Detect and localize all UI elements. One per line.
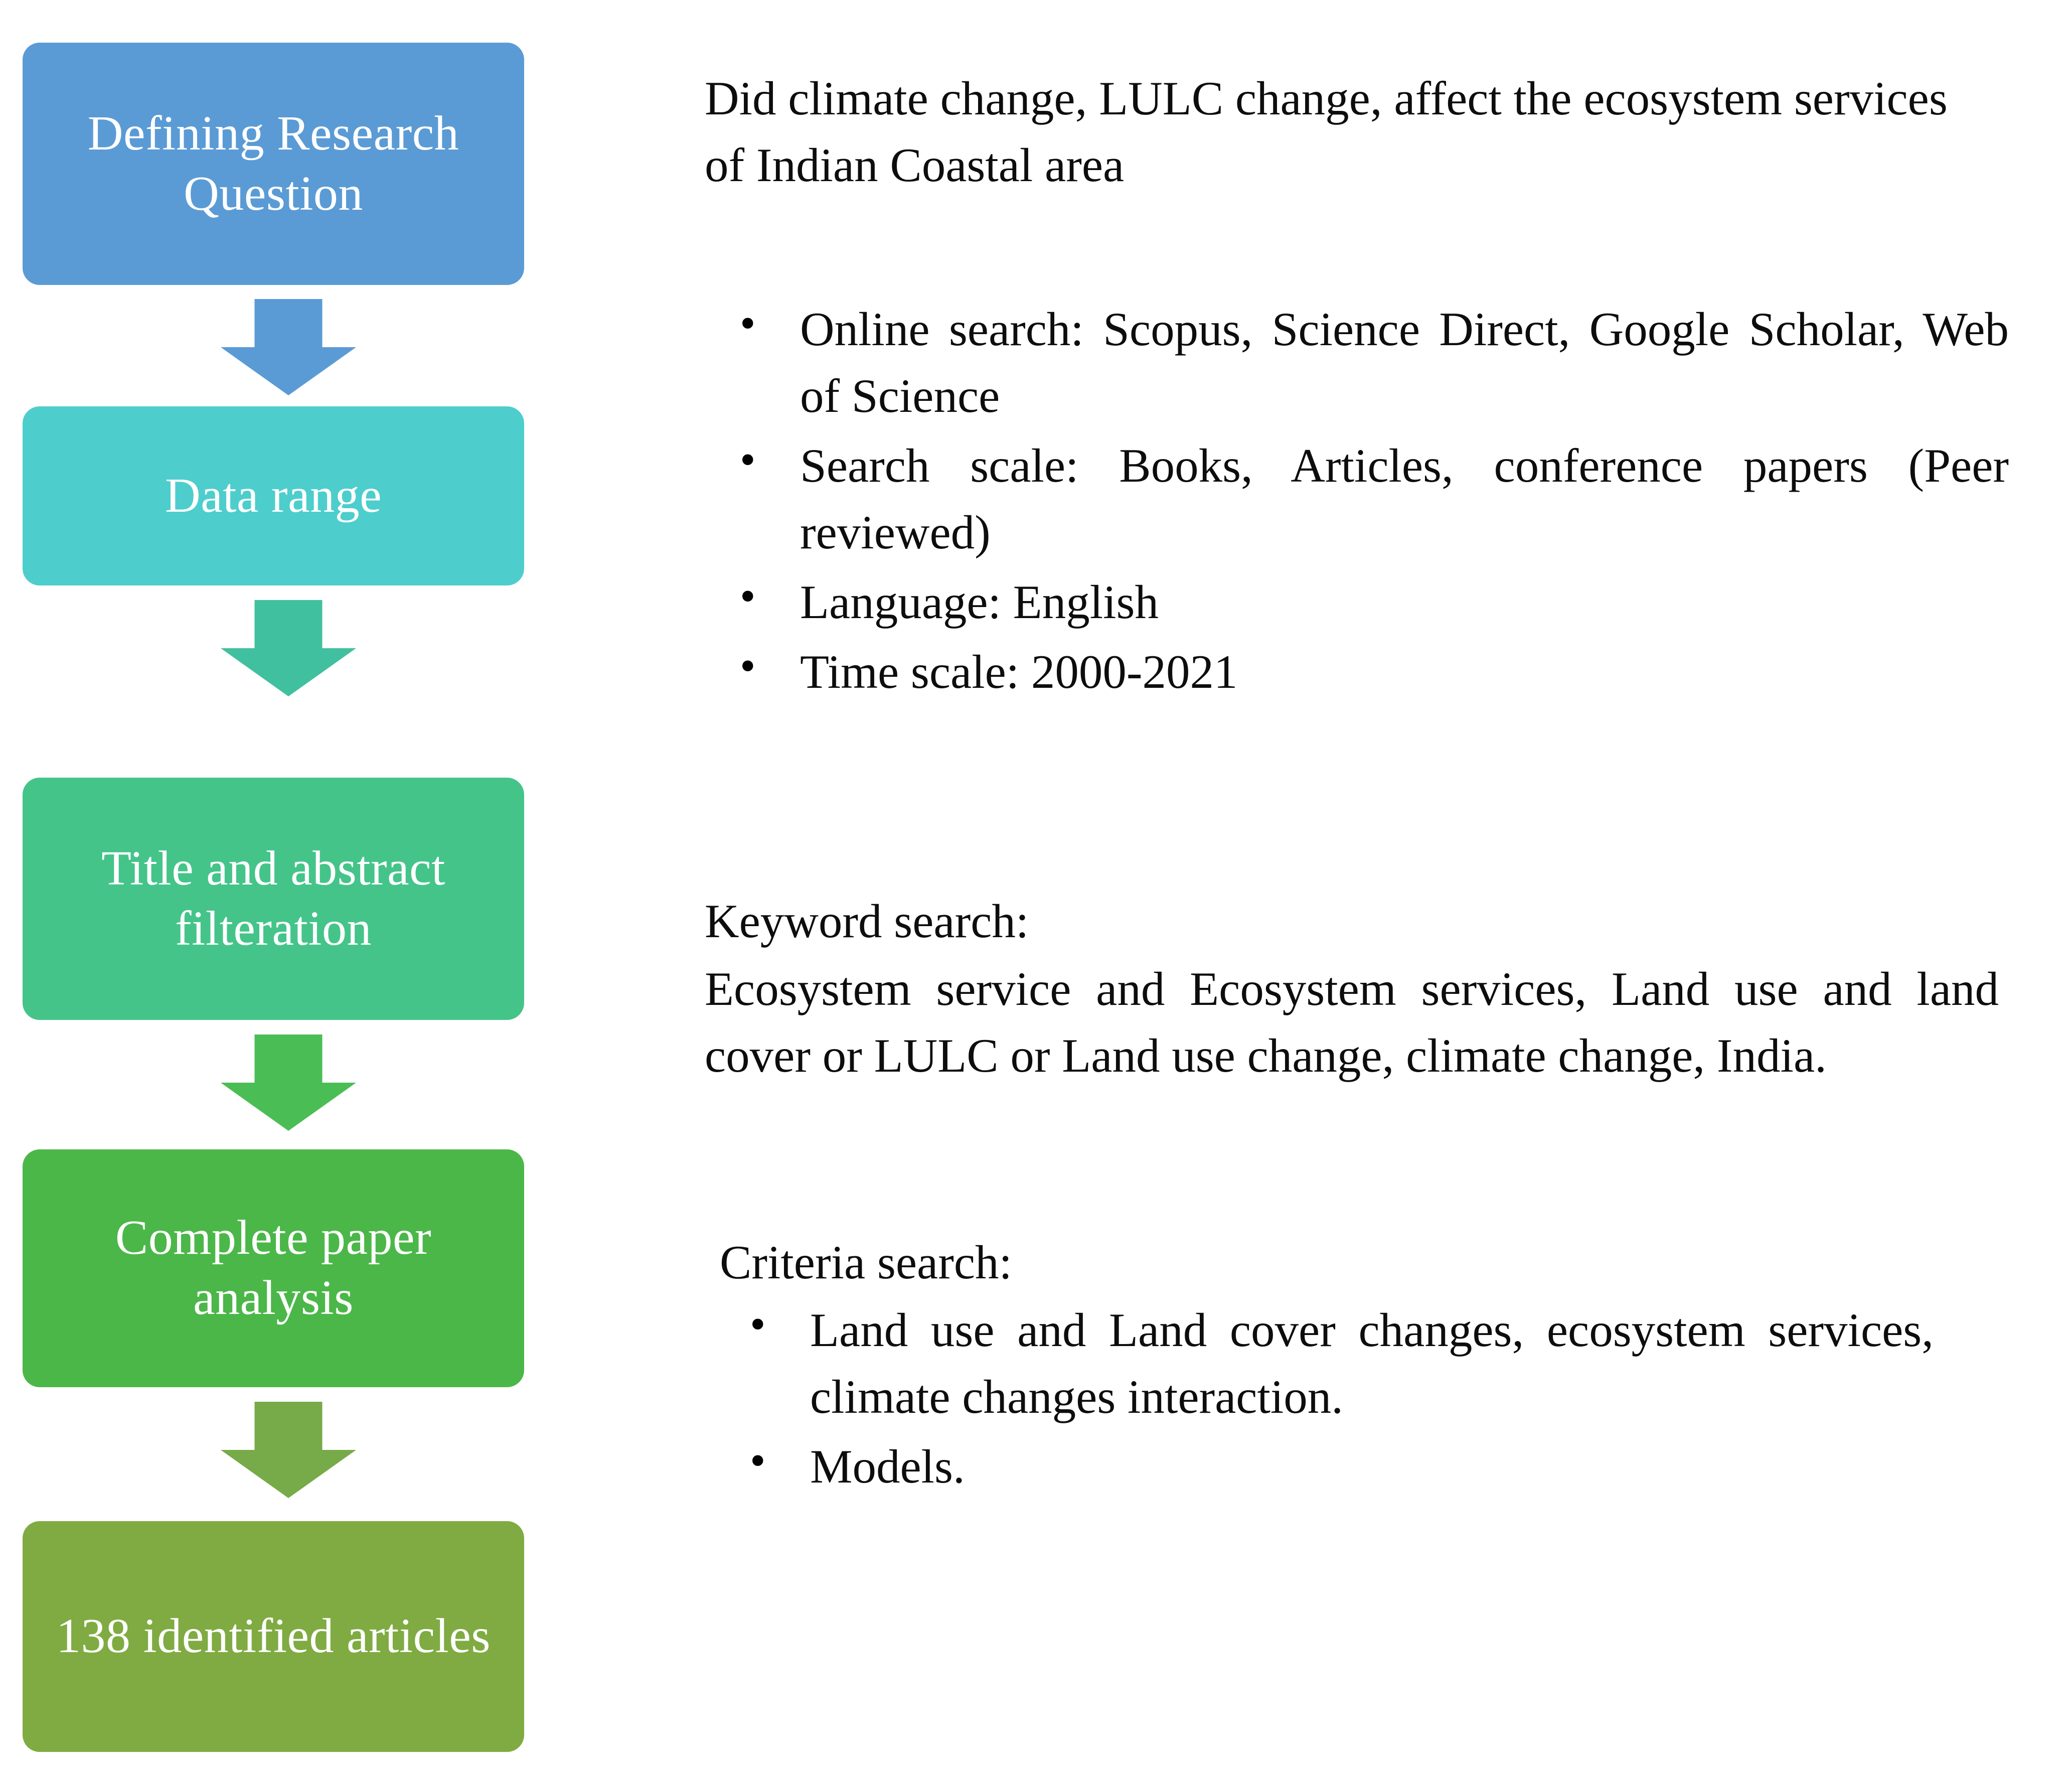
arrow-shaft — [254, 1402, 323, 1450]
arrow-shaft — [254, 1035, 323, 1083]
list-item: Land use and Land cover changes, ecosyst… — [720, 1293, 1934, 1430]
arrow-shaft — [254, 299, 323, 347]
keyword-search-heading: Keyword search: — [705, 895, 1029, 948]
keyword-search-body: Ecosystem service and Ecosystem services… — [705, 962, 1999, 1082]
research-question-text: Did climate change, LULC change, affect … — [705, 72, 1948, 192]
flow-box-label: Title and abstract filteration — [101, 841, 445, 956]
criteria-search-heading: Criteria search: — [720, 1236, 1012, 1289]
list-item: Language: English — [705, 565, 2009, 636]
arrow-head — [221, 1083, 356, 1131]
criteria-search-list: Land use and Land cover changes, ecosyst… — [720, 1293, 1934, 1503]
flow-box-label: 138 identified articles — [56, 1609, 491, 1664]
flow-arrow-down-3 — [221, 1035, 356, 1131]
flow-arrow-down-2 — [221, 600, 356, 696]
arrow-head — [221, 648, 356, 696]
arrow-head — [221, 1450, 356, 1498]
flow-box-label: Complete paper analysis — [115, 1211, 432, 1325]
flow-box-complete-paper-analysis[interactable]: Complete paper analysis — [23, 1149, 524, 1387]
search-criteria-list: Online search: Scopus, Science Direct, G… — [705, 292, 2009, 708]
flow-box-title-and-abstract-filteration[interactable]: Title and abstract filteration — [23, 778, 524, 1020]
list-item: Models. — [720, 1429, 1934, 1500]
list-item: Online search: Scopus, Science Direct, G… — [705, 292, 2009, 429]
flow-box-label: Data range — [165, 468, 382, 523]
arrow-shaft — [254, 600, 323, 648]
list-item: Search scale: Books, Articles, conferenc… — [705, 428, 2009, 566]
flow-box-data-range[interactable]: Data range — [23, 406, 524, 585]
flow-arrow-down-1 — [221, 299, 356, 395]
flow-box-138-identified-articles[interactable]: 138 identified articles — [23, 1521, 524, 1752]
flow-box-defining-research-question[interactable]: Defining Research Question — [23, 43, 524, 285]
content-column: Did climate change, LULC change, affect … — [705, 0, 2029, 1772]
list-item: Time scale: 2000-2021 — [705, 635, 2009, 705]
flowchart-column: Defining Research Question Data range Ti… — [0, 0, 577, 1772]
flow-arrow-down-4 — [221, 1402, 356, 1498]
flow-box-label: Defining Research Question — [87, 106, 459, 221]
arrow-head — [221, 347, 356, 395]
